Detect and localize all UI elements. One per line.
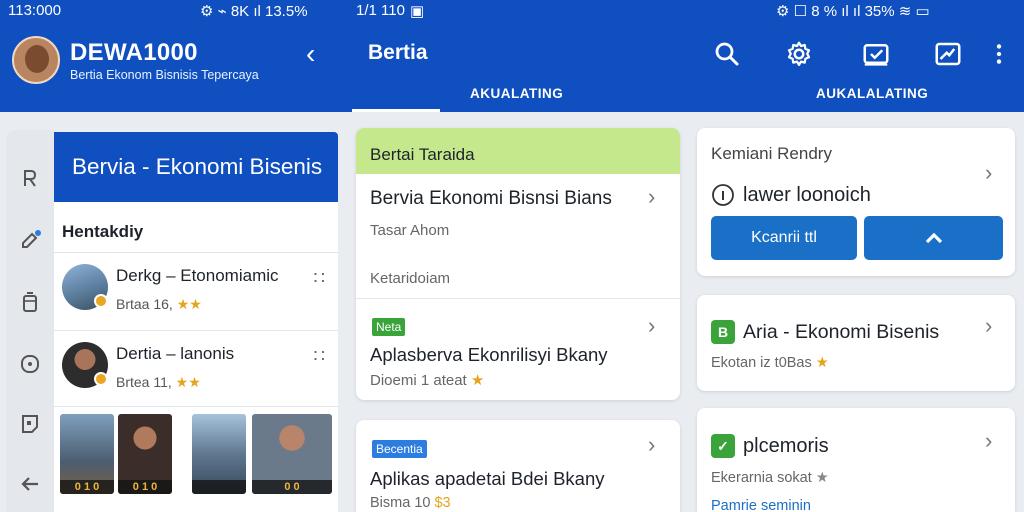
thumbnail-person[interactable]: 0 1 0 <box>118 414 172 494</box>
status-badge <box>94 372 108 386</box>
avatar[interactable] <box>12 36 60 84</box>
star-icon: $3 <box>434 495 451 511</box>
rail-r-icon[interactable] <box>18 166 42 190</box>
section-title: Bertia <box>368 41 428 64</box>
news-list-panel: Bervia - Ekonomi Bisenis Hentakdiy Derkg… <box>54 132 338 512</box>
edit-notification-icon[interactable] <box>18 228 42 252</box>
card-meta-text: Bisma 10 <box>370 495 435 511</box>
star-icon: ★★ <box>175 374 201 390</box>
category-icon: B <box>711 320 735 344</box>
news-card[interactable]: Becentia › Aplikas apadetai Bdei Bkany B… <box>356 420 680 512</box>
news-card: Bertai Taraida Bervia Ekonomi Bisnsi Bia… <box>356 128 680 400</box>
chevron-right-icon: › <box>648 184 656 209</box>
list-item-title: Dertia – lanonis <box>116 344 235 363</box>
app-title: DEWA1000 <box>70 39 198 66</box>
status-time: 113:000 <box>8 2 62 19</box>
share-button[interactable] <box>864 216 1003 260</box>
list-header: Bervia - Ekonomi Bisenis <box>54 132 338 202</box>
more-vert-icon[interactable] <box>986 39 1012 69</box>
info-circle-icon <box>712 184 734 206</box>
navigation-rail <box>6 130 54 512</box>
list-item-title: Derkg – Etonomiamic <box>116 266 279 285</box>
thumbnail-building[interactable]: 0 1 0 <box>60 414 114 494</box>
card-row-subtitle: Tasar Ahom <box>370 222 450 239</box>
profile-label: Kemiani Rendry <box>711 144 832 163</box>
card-title: plcemoris <box>743 435 829 457</box>
chevron-up-icon <box>925 232 943 244</box>
thumbnail-label: 0 1 0 <box>118 480 172 494</box>
record-icon[interactable] <box>18 352 42 376</box>
chevron-right-icon: › <box>985 313 993 338</box>
news-card[interactable]: B Aria - Ekonomi Bisenis › Ekotan iz t0B… <box>697 295 1015 391</box>
card-row-meta-text: Dioemi 1 ateat <box>370 372 467 389</box>
list-item[interactable]: Derkg – Etonomiamic Brtaa 16, ★★ ∷ <box>54 254 338 324</box>
thumbnail-label: 0 0 <box>252 480 332 494</box>
search-icon[interactable] <box>712 39 742 69</box>
more-horiz-icon[interactable]: ∷ <box>314 346 326 367</box>
thumbnail-label <box>192 480 246 494</box>
list-item-meta: Brtea 11, ★★ <box>116 374 201 391</box>
tab-akualating[interactable]: AKUALATING <box>470 86 563 101</box>
bag-icon[interactable] <box>18 290 42 314</box>
card-meta-text: Ekotan iz t0Bas <box>711 355 812 371</box>
card-row[interactable]: Neta › Aplasberva Ekonrilisyi Bkany Dioe… <box>356 299 680 399</box>
card-meta: Bisma 10 $3 <box>370 495 451 511</box>
status-icon-mid: ▣ <box>410 3 425 20</box>
list-item-meta-text: Brtaa 16, <box>116 296 173 312</box>
app-tagline: Bertia Ekonom Bisnisis Tepercaya <box>70 68 259 82</box>
tab-active-indicator <box>352 109 440 112</box>
status-bar: 113:000 ⚙ ⌁ 8K ıl 13.5% 1/1 110 ▣ ⚙ ☐ 8 … <box>0 0 1024 22</box>
status-icons-right: ⚙ ☐ 8 % ıl ıl 35% ≋ ▭ <box>776 3 930 20</box>
news-card[interactable]: ✓ plcemoris › Ekerarnia sokat ★ Pamrie s… <box>697 408 1015 512</box>
card-link[interactable]: Pamrie seminin <box>711 498 811 512</box>
card-row[interactable]: Bervia Ekonomi Bisnsi Bians › Tasar Ahom… <box>356 174 680 298</box>
status-icons-left: ⚙ ⌁ 8K ıl 13.5% <box>200 3 308 20</box>
tab-aukalalating[interactable]: AUKALALATING <box>816 86 928 101</box>
thumbnail-person[interactable]: 0 0 <box>252 414 332 494</box>
chevron-right-icon[interactable]: › <box>985 160 992 186</box>
card-header-title: Bertai Taraida <box>370 145 475 164</box>
list-item-meta: Brtaa 16, ★★ <box>116 296 202 313</box>
card-row-meta: Dioemi 1 ateat ★ <box>370 371 484 389</box>
check-icon: ✓ <box>711 434 735 458</box>
divider <box>54 330 338 331</box>
category-tag: Neta <box>372 318 406 336</box>
arrow-back-icon[interactable] <box>18 472 42 496</box>
image-icon[interactable] <box>933 39 963 69</box>
chevron-right-icon: › <box>648 432 656 457</box>
category-tag: Becentia <box>372 440 427 458</box>
star-icon: ★★ <box>176 296 202 312</box>
chevron-right-icon: › <box>985 428 993 453</box>
card-title: Aria - Ekonomi Bisenis <box>743 321 940 343</box>
app-bar: DEWA1000 Bertia Ekonom Bisnisis Tepercay… <box>0 22 1024 112</box>
star-outline-icon: ★ <box>815 470 829 486</box>
profile-title: lawer loonoich <box>743 184 871 206</box>
star-icon: ★ <box>470 372 485 389</box>
card-meta: Ekotan iz t0Bas ★ <box>711 355 829 371</box>
gear-icon[interactable] <box>784 39 814 69</box>
card-meta-text: Ekerarnia sokat <box>711 470 812 486</box>
thumbnail-tower[interactable] <box>192 414 246 494</box>
card-meta: Ekerarnia sokat ★ <box>711 470 829 486</box>
card-title: Aplikas apadetai Bdei Bkany <box>370 468 605 489</box>
more-horiz-icon[interactable]: ∷ <box>314 268 326 289</box>
primary-button[interactable]: Kcanrii ttl <box>711 216 857 260</box>
star-icon: ★ <box>815 355 829 371</box>
list-item-meta-text: Brtea 11, <box>116 374 172 390</box>
status-badge <box>94 294 108 308</box>
card-row-subtitle: Ketaridoiam <box>370 270 451 287</box>
checkbox-icon[interactable] <box>861 39 891 69</box>
divider <box>54 252 338 253</box>
profile-card: Kemiani Rendry › lawer loonoich Kcanrii … <box>697 128 1015 276</box>
chevron-right-icon: › <box>648 313 656 338</box>
card-row-title: Aplasberva Ekonrilisyi Bkany <box>370 344 608 365</box>
list-item[interactable]: Dertia – lanonis Brtea 11, ★★ ∷ <box>54 332 338 402</box>
chevron-left-icon[interactable]: ‹ <box>306 38 315 70</box>
card-row-title: Bervia Ekonomi Bisnsi Bians <box>370 188 612 209</box>
thumbnail-label: 0 1 0 <box>60 480 114 494</box>
divider <box>54 406 338 407</box>
list-subheader: Hentakdiy <box>62 222 144 241</box>
status-time-secondary: 1/1 110 <box>356 2 405 19</box>
sticky-note-icon[interactable] <box>18 412 42 436</box>
